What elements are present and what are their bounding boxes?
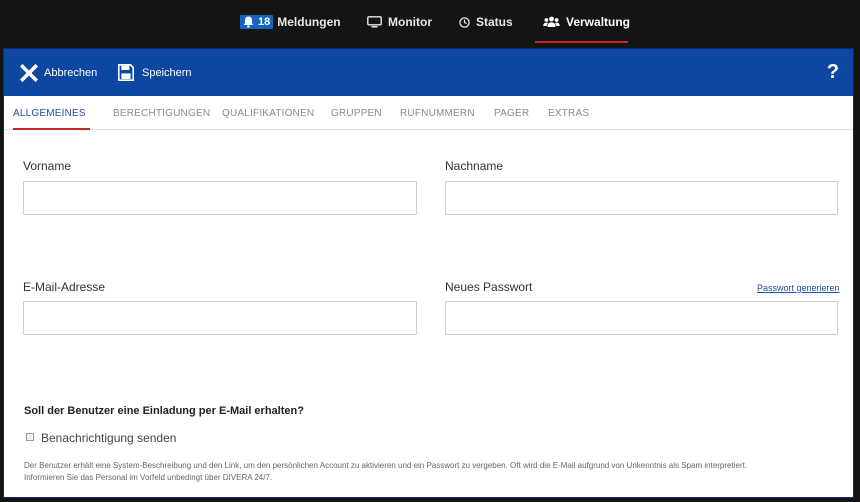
tab-bar: ALLGEMEINES BERECHTIGUNGEN QUALIFIKATION… (4, 96, 853, 130)
tab-gruppen[interactable]: GRUPPEN (331, 108, 382, 119)
tab-pager[interactable]: PAGER (494, 108, 529, 119)
users-icon (543, 16, 560, 27)
password-label: Neues Passwort (445, 280, 533, 294)
form-toolbar: Abbrechen Speichern ? (4, 49, 853, 96)
invite-description-line-2: Informieren Sie das Personal im Vorfeld … (24, 473, 273, 482)
notification-count: 18 (258, 16, 271, 28)
clock-icon (459, 16, 470, 28)
email-input[interactable] (23, 301, 417, 335)
close-icon (20, 64, 38, 82)
nav-verwaltung[interactable]: Verwaltung (543, 0, 630, 44)
notification-badge: 18 (240, 15, 274, 29)
nav-status-label: Status (476, 15, 513, 29)
bell-icon (243, 16, 254, 28)
invite-question: Soll der Benutzer eine Einladung per E-M… (24, 405, 304, 417)
nav-meldungen-label: Meldungen (277, 15, 341, 29)
save-button-label: Speichern (142, 66, 192, 79)
invite-description: Der Benutzer erhält eine System-Beschrei… (24, 460, 844, 484)
lastname-label: Nachname (445, 159, 504, 173)
help-icon[interactable]: ? (827, 61, 839, 84)
active-tab-indicator (13, 128, 90, 130)
save-icon (118, 64, 134, 81)
notify-checkbox[interactable] (26, 433, 34, 441)
cancel-button[interactable]: Abbrechen (20, 64, 97, 82)
nav-monitor[interactable]: Monitor (367, 0, 432, 44)
nav-verwaltung-label: Verwaltung (566, 15, 631, 29)
firstname-input[interactable] (23, 181, 417, 215)
email-label: E-Mail-Adresse (23, 280, 106, 294)
cancel-button-label: Abbrechen (44, 67, 98, 79)
tab-berechtigungen[interactable]: BERECHTIGUNGEN (113, 108, 210, 119)
monitor-icon (367, 16, 382, 28)
nav-meldungen[interactable]: 18 Meldungen (240, 0, 341, 44)
user-form-panel: Abbrechen Speichern ? ALLGEMEINES BERECH… (3, 48, 854, 498)
save-button[interactable]: Speichern (118, 64, 192, 81)
nav-monitor-label: Monitor (388, 15, 432, 29)
tab-extras[interactable]: EXTRAS (548, 108, 589, 119)
nav-status[interactable]: Status (459, 0, 513, 44)
tab-qualifikationen[interactable]: QUALIFIKATIONEN (222, 108, 314, 119)
top-navigation: 18 Meldungen Monitor Status Verwaltung (0, 0, 860, 44)
tab-allgemeines[interactable]: ALLGEMEINES (13, 108, 86, 119)
lastname-input[interactable] (445, 181, 838, 215)
password-input[interactable] (445, 301, 838, 335)
nav-active-indicator (535, 41, 628, 43)
tab-rufnummern[interactable]: RUFNUMMERN (400, 108, 475, 119)
generate-password-link[interactable]: Passwort generieren (757, 283, 840, 293)
invite-description-line-1: Der Benutzer erhält eine System-Beschrei… (24, 461, 748, 470)
firstname-label: Vorname (23, 159, 72, 173)
notify-checkbox-label[interactable]: Benachrichtigung senden (41, 431, 176, 445)
